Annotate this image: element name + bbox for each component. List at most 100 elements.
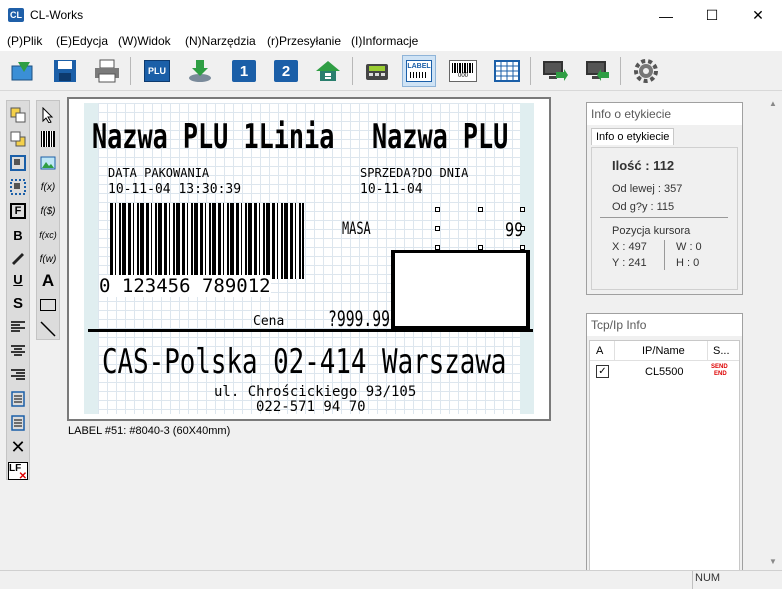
list-tool-2[interactable] [7,412,29,434]
bold-tool[interactable]: B [7,224,29,246]
plu-button[interactable]: PLU [140,55,174,87]
barcode-button[interactable]: 000 [446,55,480,87]
pen-tool[interactable] [7,246,29,268]
pointer-tool[interactable] [37,104,59,126]
minimize-button[interactable]: — [643,0,689,31]
label-barcode[interactable] [110,203,304,279]
label-barcode-number[interactable]: 0 123456 789012 [99,275,271,297]
align-center-tool[interactable] [7,340,29,362]
table-row[interactable]: ✓ CL5500 SEND END [590,363,739,381]
close-x-icon: ✕ [10,436,26,457]
label-sell-by-label[interactable]: SPRZEDA?DO DNIA [360,166,468,180]
divider [664,240,665,270]
align-right-icon [11,369,25,380]
ungroup-tool[interactable] [7,176,29,198]
monitor-send-icon [543,61,568,81]
label-plu-name-2[interactable]: Nazwa PLU [372,117,508,157]
pen-icon [12,253,24,265]
label-street[interactable]: ul. Chrościckiego 93/105 [214,384,416,400]
label-plu-name-1[interactable]: Nazwa PLU 1Linia [92,117,334,157]
send-back-tool[interactable] [7,128,29,150]
menu-plik[interactable]: (P)Plik [7,34,42,48]
strike-tool[interactable]: S [7,292,29,314]
rectangle-tool[interactable] [37,294,59,316]
label-mass-label[interactable]: MASA [342,219,371,239]
column-ip-header[interactable]: IP/Name [642,345,685,357]
image-icon [40,156,56,170]
label-button[interactable]: LABEL [402,55,436,87]
text-tool[interactable]: A [37,270,59,292]
save-button[interactable] [48,55,82,87]
red-x-icon: ✕ [18,471,27,482]
underline-tool[interactable]: U [7,268,29,290]
close-button[interactable]: ✕ [735,0,781,31]
bring-front-tool[interactable] [7,104,29,126]
lf-tool[interactable]: LF ✕ [7,460,29,482]
open-button[interactable] [6,55,40,87]
table-button[interactable] [490,55,524,87]
save-disk-icon [54,60,76,82]
menu-narzedzia[interactable]: (N)Narzędzia [185,34,256,48]
menu-widok[interactable]: (W)Widok [118,34,171,48]
selection-handle[interactable] [520,226,525,231]
one-button[interactable]: 1 [227,55,261,87]
image-tool[interactable] [37,152,59,174]
receive-button[interactable] [580,55,614,87]
label-design-area[interactable]: Nazwa PLU 1Linia Nazwa PLU DATA PAKOWANI… [84,103,534,415]
plu-icon: PLU [144,60,170,82]
label-pack-date-label[interactable]: DATA PAKOWANIA [108,166,209,180]
print-button[interactable] [90,55,124,87]
menu-informacje[interactable]: (I)Informacje [351,34,418,48]
selection-handle[interactable] [478,207,483,212]
scroll-down-icon[interactable]: ▼ [769,557,777,566]
home-icon [316,61,340,81]
label-rectangle[interactable] [391,250,530,330]
column-divider [614,341,615,361]
label-price-value[interactable]: ?999.99 [328,307,390,331]
num-lock-indicator: NUM [695,572,721,584]
label-phone[interactable]: 022-571 94 70 [256,399,366,415]
two-button[interactable]: 2 [269,55,303,87]
group-tool[interactable] [7,152,29,174]
home-button[interactable] [311,55,345,87]
label-price-label[interactable]: Cena [253,314,284,329]
toolbar-separator [130,57,131,85]
label-company[interactable]: CAS-Polska 02-414 Warszawa [102,342,506,382]
main-scrollbar[interactable]: ▲ ▼ [765,97,782,570]
settings-button[interactable] [629,55,663,87]
fx-tool-3[interactable]: f(xc) [37,224,59,246]
align-right-tool[interactable] [7,364,29,386]
selection-handle[interactable] [520,207,525,212]
column-s-header[interactable]: S... [713,345,730,357]
label-sell-by-value[interactable]: 10-11-04 [360,182,423,197]
fx-tool-1[interactable]: f(x) [37,176,59,198]
fx-tool-2[interactable]: f($) [37,200,59,222]
line-tool[interactable] [37,318,59,340]
scroll-up-icon[interactable]: ▲ [769,99,777,108]
layer-front-icon [10,107,26,123]
frame-tool[interactable]: F [7,200,29,222]
align-left-tool[interactable] [7,316,29,338]
selection-handle[interactable] [435,207,440,212]
scale-button[interactable] [360,55,394,87]
maximize-button[interactable]: ☐ [689,0,735,31]
delete-tool[interactable]: ✕ [7,436,29,458]
list-box-icon [11,391,25,407]
align-left-icon [11,321,25,332]
table-grid-icon [494,60,520,82]
label-pack-date-value[interactable]: 10-11-04 13:30:39 [108,182,241,197]
label-divider-line[interactable] [88,329,533,332]
download-button[interactable] [183,55,217,87]
number-one-icon: 1 [232,60,256,82]
tab-label-info[interactable]: Info o etykiecie [591,128,675,145]
menu-edycja[interactable]: (E)Edycja [56,34,108,48]
selection-handle[interactable] [435,226,440,231]
menu-przesylanie[interactable]: (r)Przesyłanie [267,34,341,48]
barcode-tool[interactable] [37,128,59,150]
column-a-header[interactable]: A [596,345,603,357]
fx-tool-4[interactable]: f(w) [37,248,59,270]
send-button[interactable] [537,55,571,87]
list-tool[interactable] [7,388,29,410]
row-checkbox[interactable]: ✓ [596,365,609,378]
label-icon: LABEL [406,60,432,82]
